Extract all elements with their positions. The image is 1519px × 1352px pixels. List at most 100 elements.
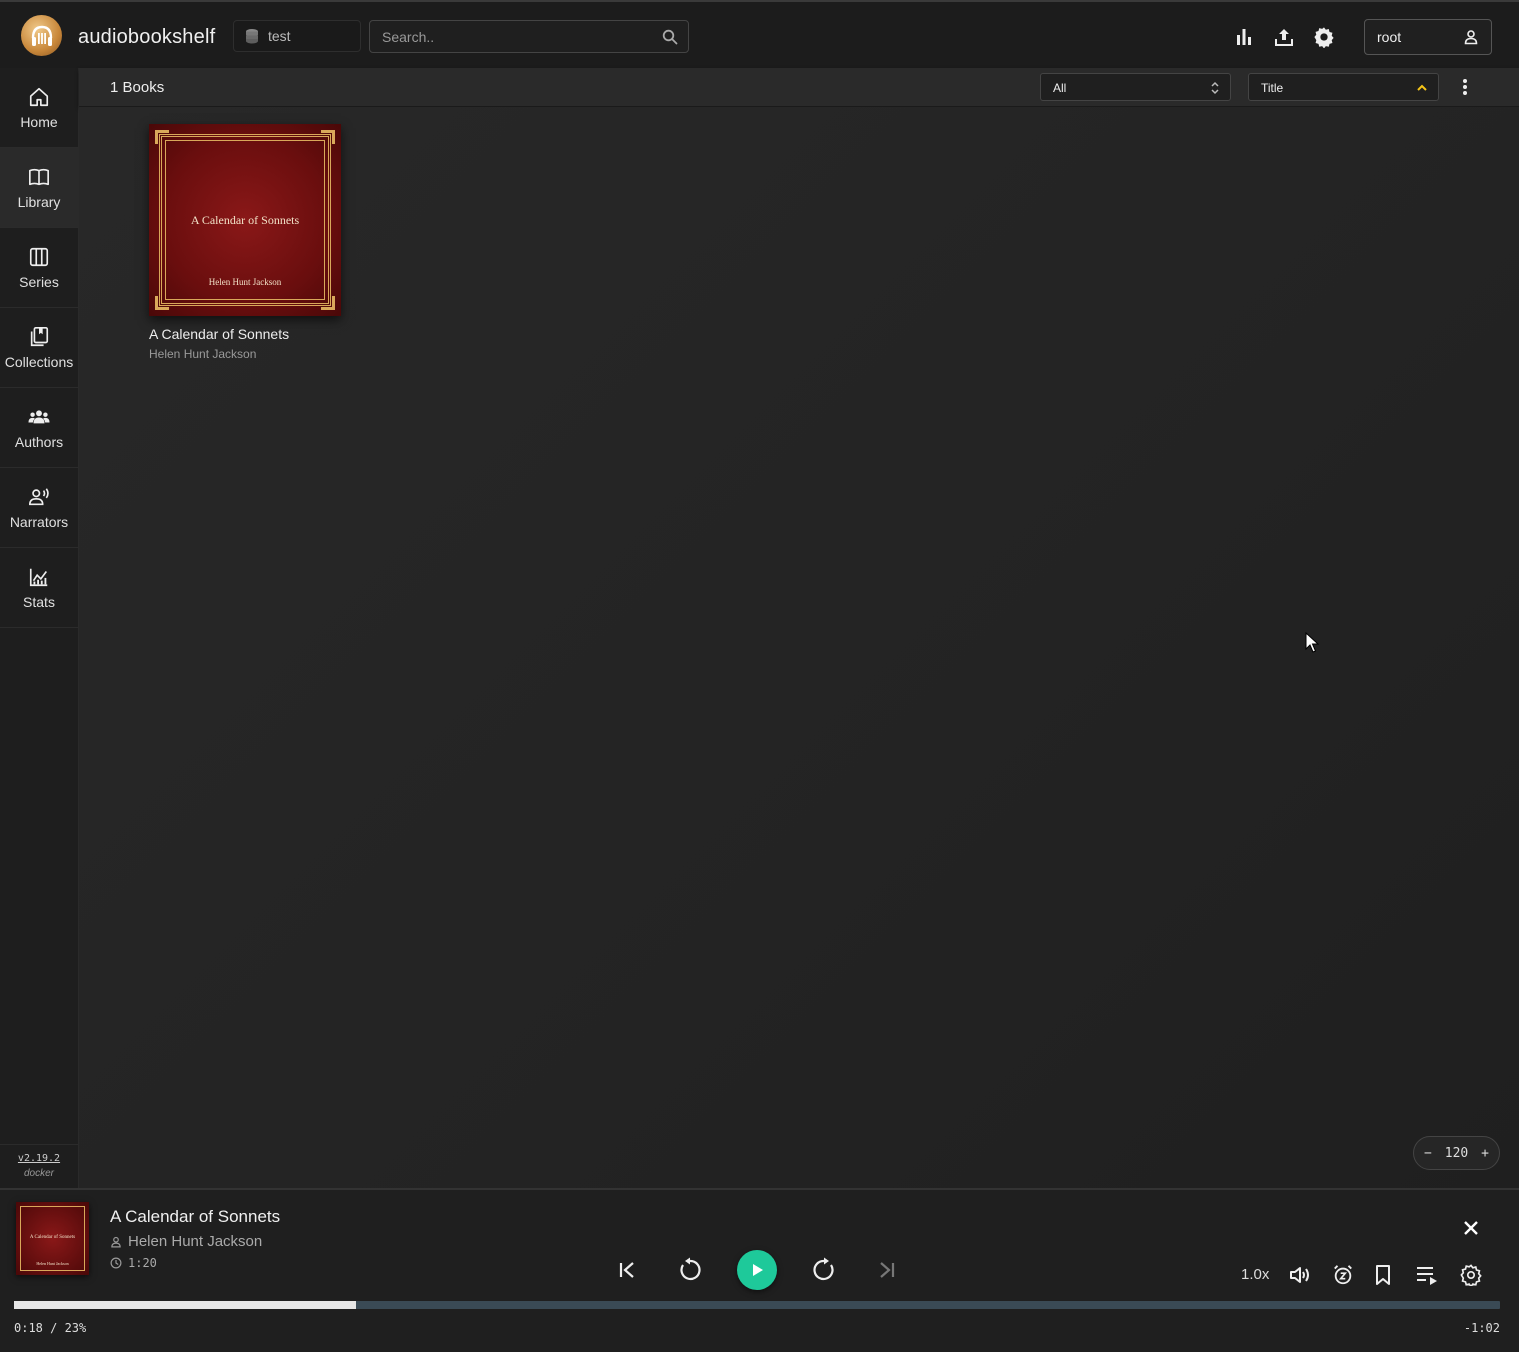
sidebar-item-stats[interactable]: Stats [0, 548, 78, 628]
book-author[interactable]: Helen Hunt Jackson [149, 347, 341, 361]
skip-previous-icon [619, 1262, 634, 1278]
collections-icon [30, 326, 49, 346]
forward-button[interactable] [810, 1254, 838, 1286]
player-author[interactable]: Helen Hunt Jackson [110, 1233, 262, 1250]
upload-icon[interactable] [1273, 26, 1295, 48]
app-title[interactable]: audiobookshelf [78, 26, 215, 49]
sidebar-item-label: Library [17, 193, 61, 210]
skip-next-icon [880, 1262, 895, 1278]
player-duration: 1:20 [110, 1256, 157, 1270]
sidebar-item-home[interactable]: Home [0, 68, 78, 148]
zoom-out-button[interactable]: − [1424, 1146, 1432, 1161]
zoom-value: 120 [1444, 1145, 1469, 1161]
duration-value: 1:20 [128, 1256, 157, 1270]
sidebar-item-authors[interactable]: Authors [0, 388, 78, 468]
play-icon [753, 1264, 763, 1276]
sidebar-item-label: Narrators [9, 513, 69, 530]
player-author-name: Helen Hunt Jackson [128, 1233, 263, 1250]
playback-progress-bar[interactable] [14, 1301, 1500, 1309]
search-input[interactable] [370, 28, 650, 45]
audio-player: A Calendar of Sonnets Helen Hunt Jackson… [0, 1188, 1519, 1352]
rewind-button[interactable] [676, 1254, 704, 1286]
sidebar-item-label: Authors [14, 433, 64, 450]
settings-icon [1460, 1264, 1482, 1286]
close-icon [1464, 1221, 1478, 1235]
sidebar-item-label: Series [19, 273, 59, 290]
next-chapter-button[interactable] [875, 1254, 897, 1286]
library-toolbar: 1 Books All Title [79, 68, 1519, 107]
previous-chapter-button[interactable] [617, 1254, 639, 1286]
people-icon [28, 409, 50, 423]
progress-fill [14, 1301, 356, 1309]
sidebar-item-narrators[interactable]: Narrators [0, 468, 78, 548]
close-player-button[interactable] [1461, 1218, 1481, 1243]
volume-button[interactable] [1288, 1263, 1312, 1287]
library-name: test [268, 28, 291, 44]
player-settings-button[interactable] [1459, 1263, 1483, 1287]
clock-icon [110, 1257, 122, 1269]
bookmark-icon [1376, 1265, 1390, 1285]
search-icon[interactable] [662, 29, 678, 45]
search-box [369, 20, 689, 53]
playlist-icon [1417, 1267, 1437, 1285]
remaining-time: -1:02 [1463, 1321, 1500, 1335]
replay-icon [680, 1257, 701, 1281]
zoom-in-button[interactable]: + [1481, 1146, 1489, 1161]
chevron-up-icon [1417, 84, 1427, 91]
player-cover[interactable]: A Calendar of Sonnets Helen Hunt Jackson [16, 1202, 89, 1275]
sidebar-item-series[interactable]: Series [0, 228, 78, 308]
sidebar-item-collections[interactable]: Collections [0, 308, 78, 388]
sidebar-item-label: Collections [4, 353, 74, 370]
cover-size-control: − 120 + [1413, 1136, 1500, 1170]
audiobookshelf-logo-icon[interactable] [21, 15, 62, 56]
sort-select[interactable]: Title [1248, 73, 1439, 101]
database-icon [246, 29, 258, 44]
sidebar-item-label: Stats [23, 593, 55, 610]
stats-icon[interactable] [1233, 26, 1255, 48]
narrator-icon [29, 487, 49, 505]
top-bar: audiobookshelf test Search.. root [0, 0, 1519, 68]
book-cover[interactable]: A Calendar of Sonnets Helen Hunt Jackson [149, 124, 341, 316]
alarm-icon [1334, 1265, 1352, 1285]
bookmarks-button[interactable] [1371, 1263, 1395, 1287]
book-icon [29, 168, 49, 185]
more-options-button[interactable] [1457, 76, 1473, 98]
player-cover-title: A Calendar of Sonnets [29, 1235, 76, 1240]
book-count: 1 Books [110, 79, 165, 96]
player-title[interactable]: A Calendar of Sonnets [110, 1207, 280, 1227]
elapsed-time: 0:18 / 23% [14, 1321, 87, 1335]
username: root [1377, 29, 1402, 45]
version-link[interactable]: v2.19.2 [0, 1153, 78, 1164]
chart-icon [29, 568, 48, 586]
volume-icon [1290, 1267, 1309, 1283]
user-account-button[interactable]: root [1364, 19, 1492, 55]
user-icon [111, 1236, 121, 1247]
chevron-up-down-icon [1211, 81, 1219, 95]
sleep-timer-button[interactable] [1331, 1263, 1355, 1287]
playback-speed-button[interactable]: 1.0x [1241, 1266, 1269, 1283]
book-card[interactable]: A Calendar of Sonnets Helen Hunt Jackson… [149, 124, 341, 361]
more-vertical-icon [1463, 79, 1467, 95]
book-title[interactable]: A Calendar of Sonnets [149, 326, 341, 342]
cover-title: A Calendar of Sonnets [190, 213, 300, 227]
sidebar: Home Library Series Collections Authors … [0, 68, 79, 1188]
forward-icon [813, 1257, 834, 1281]
version-info: v2.19.2 docker [0, 1144, 78, 1179]
play-button[interactable] [737, 1250, 777, 1290]
sort-value: Title [1261, 81, 1284, 95]
mouse-cursor-icon [1305, 632, 1319, 653]
library-content: A Calendar of Sonnets Helen Hunt Jackson… [79, 107, 1519, 1188]
sidebar-item-label: Home [20, 113, 58, 130]
filter-value: All [1053, 81, 1067, 95]
filter-select[interactable]: All [1040, 73, 1231, 101]
queue-button[interactable] [1414, 1263, 1442, 1287]
columns-icon [29, 247, 49, 266]
build-type: docker [23, 1168, 54, 1179]
player-cover-author: Helen Hunt Jackson [36, 1261, 69, 1266]
library-selector[interactable]: test [233, 20, 361, 52]
sidebar-item-library[interactable]: Library [0, 148, 78, 228]
user-icon [1464, 30, 1478, 45]
home-icon [29, 87, 49, 106]
settings-icon[interactable] [1313, 26, 1335, 48]
cover-author: Helen Hunt Jackson [208, 277, 282, 287]
